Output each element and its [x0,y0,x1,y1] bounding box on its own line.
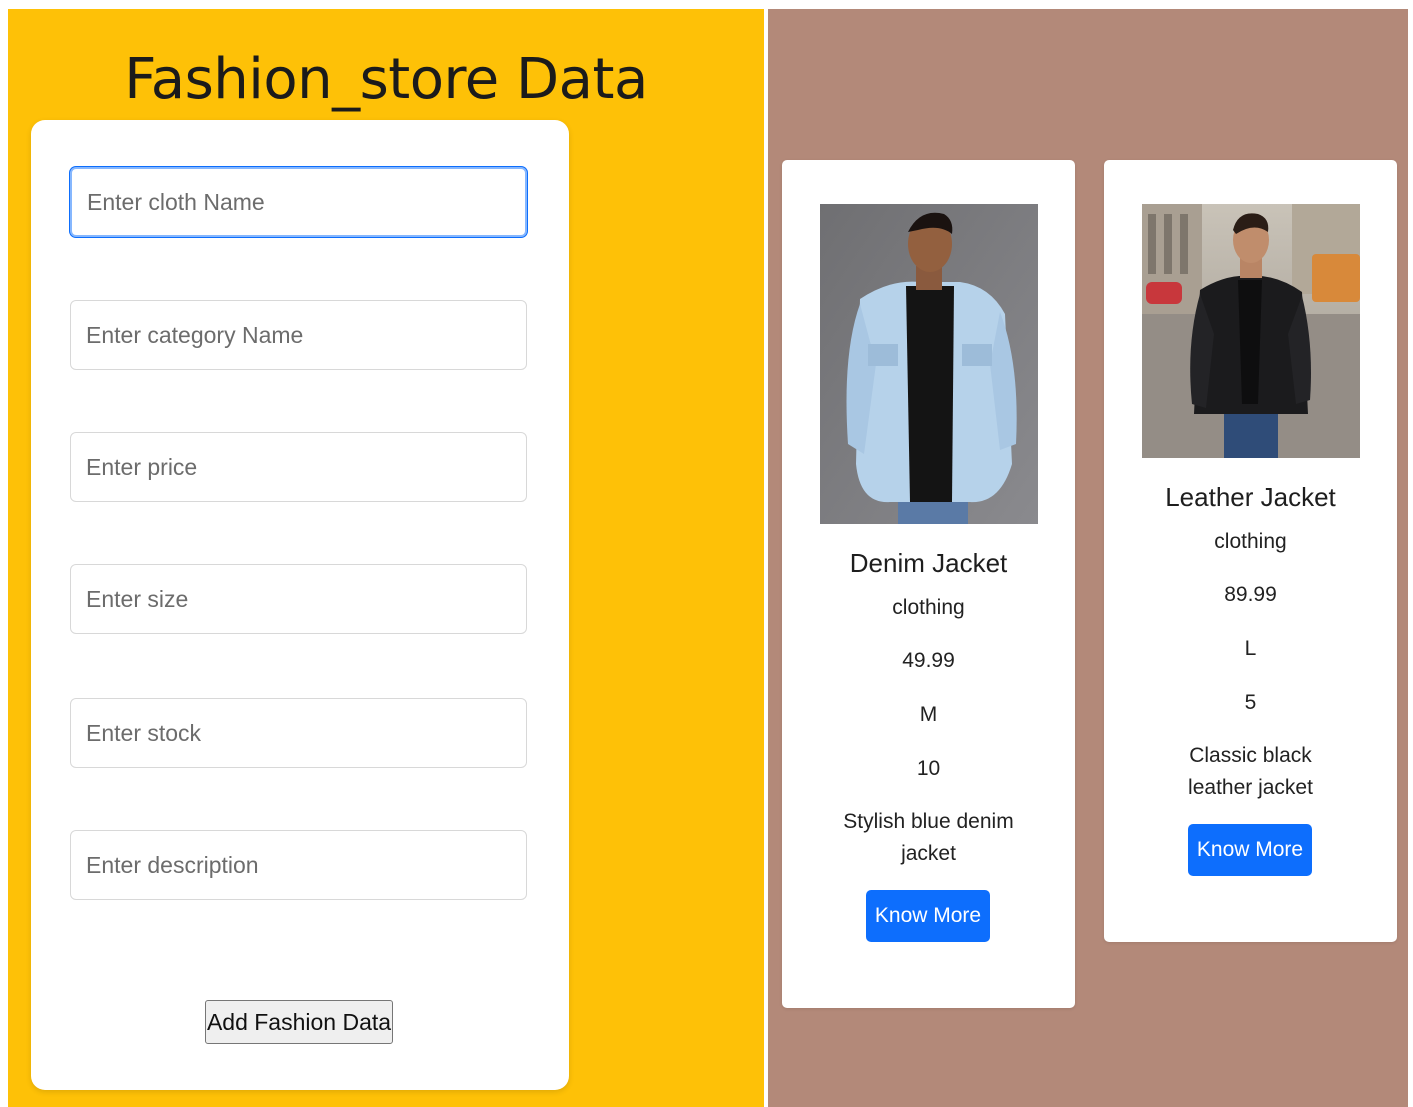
product-category: clothing [1214,530,1287,553]
product-card: Leather Jacket clothing 89.99 L 5 Classi… [1104,160,1397,942]
product-price: 89.99 [1224,583,1277,606]
product-stock: 5 [1244,691,1257,714]
page: Fashion_store Data Add Fashion Data [0,0,1413,1107]
product-image [820,204,1038,524]
product-image [1142,204,1360,458]
products-panel: Denim Jacket clothing 49.99 M 10 Stylish… [768,9,1408,1107]
product-name: Leather Jacket [1165,482,1336,512]
add-fashion-data-button[interactable]: Add Fashion Data [205,1000,393,1044]
product-category: clothing [892,596,965,619]
product-size: L [1244,637,1257,660]
fashion-form: Add Fashion Data [31,120,569,1090]
category-name-input[interactable] [70,300,527,370]
cloth-name-input[interactable] [70,167,527,237]
price-input[interactable] [70,432,527,502]
size-input[interactable] [70,564,527,634]
form-panel: Fashion_store Data Add Fashion Data [8,9,764,1107]
page-title: Fashion_store Data [124,47,648,112]
product-description: Stylish blue denim jacket [843,810,1014,865]
product-description: Classic black leather jacket [1188,744,1313,799]
product-stock: 10 [916,757,941,780]
denim-jacket-photo [820,204,1038,524]
product-name: Denim Jacket [849,548,1008,578]
product-size: M [919,703,938,726]
product-price: 49.99 [902,649,955,672]
leather-jacket-photo [1142,204,1360,458]
know-more-button[interactable]: Know More [866,890,990,942]
stock-input[interactable] [70,698,527,768]
know-more-button[interactable]: Know More [1188,824,1312,876]
product-card: Denim Jacket clothing 49.99 M 10 Stylish… [782,160,1075,1008]
description-input[interactable] [70,830,527,900]
